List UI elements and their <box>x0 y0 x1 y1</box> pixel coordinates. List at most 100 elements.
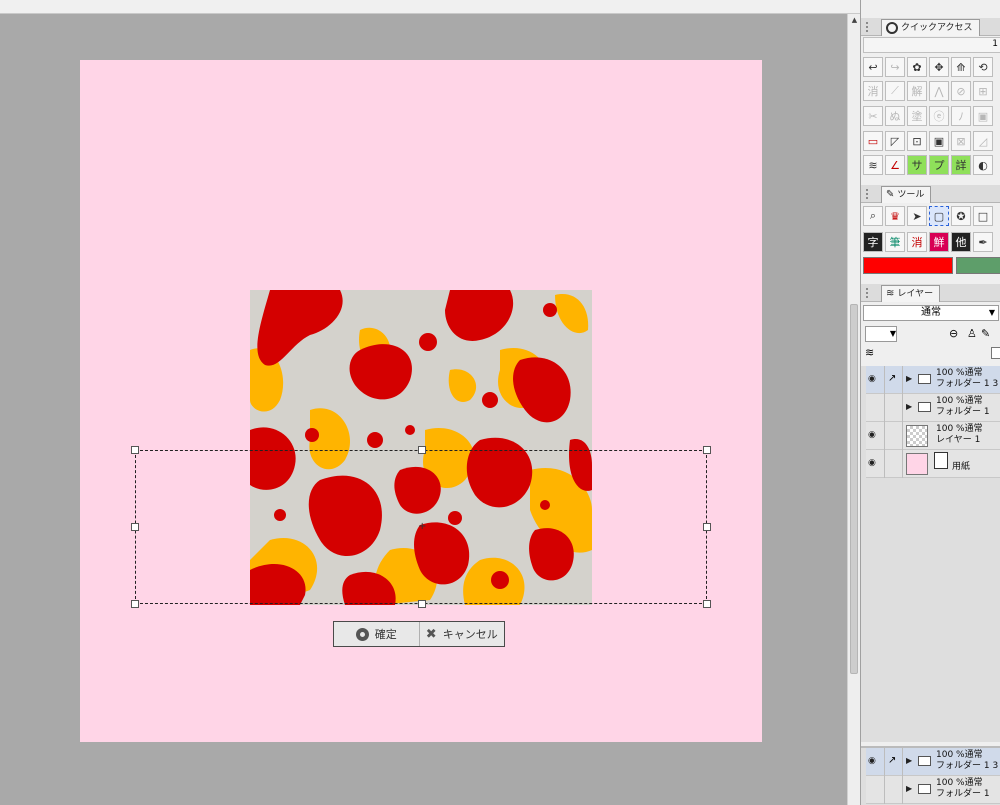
opacity-checkbox[interactable] <box>991 347 1000 359</box>
pen-lock-icon[interactable]: ✎ <box>981 327 990 340</box>
cut-icon[interactable]: ✂ <box>863 106 883 126</box>
eye-icon[interactable]: ◉ <box>868 458 880 468</box>
rotate-icon[interactable]: ⟲ <box>973 57 993 77</box>
transform-handle-bottom-center[interactable] <box>418 600 426 608</box>
airbrush-tool-icon[interactable]: ✒ <box>973 232 993 252</box>
undo-icon[interactable]: ↩ <box>863 57 883 77</box>
tab-layer[interactable]: ≋ レイヤー <box>881 285 941 302</box>
redo-icon[interactable]: ↪ <box>885 57 905 77</box>
tab-tool[interactable]: ✎ ツール <box>881 186 932 203</box>
layer-row-folder-13[interactable]: ◉ ↗ ▶ 100 %通常 フォルダー 1 3 <box>866 748 1000 776</box>
select-all-icon[interactable]: ⋀ <box>929 81 949 101</box>
sub-icon[interactable]: ぬ <box>885 106 905 126</box>
canvas-area[interactable]: + 確定 ✖ キャンセル <box>0 14 847 805</box>
transform-handle-top-center[interactable] <box>418 446 426 454</box>
shape-tool-icon[interactable]: □ <box>973 206 993 226</box>
tab-quick-access[interactable]: クイックアクセス <box>881 19 980 36</box>
brush-tool-icon[interactable]: 筆 <box>885 232 905 252</box>
expand-triangle-icon[interactable]: ▶ <box>906 784 912 793</box>
blend-mode-value: 通常 <box>921 307 941 318</box>
layer-row-layer-1[interactable]: ◉ 100 %通常 レイヤー 1 <box>866 422 1000 450</box>
eyedropper-tool-icon[interactable]: ✪ <box>951 206 971 226</box>
zoom-tool-icon[interactable]: ⌕ <box>863 206 883 226</box>
transform-handle-bottom-right[interactable] <box>703 600 711 608</box>
panel-grip-icon[interactable] <box>866 22 875 32</box>
right-dock-panel: クイックアクセス 1 ↩ ↪ ✿ ✥ ⟰ ⟲ 消 ⟋ 解 ⋀ ⊘ ⊞ ✂ ぬ 塗… <box>860 0 1000 805</box>
ruler-icon[interactable]: ⊡ <box>907 131 927 151</box>
quick-access-set-number[interactable]: 1 <box>992 39 998 49</box>
deselect-icon[interactable]: 解 <box>907 81 927 101</box>
sub-tool-icon[interactable]: サ <box>907 155 927 175</box>
clear-icon[interactable]: ✿ <box>907 57 927 77</box>
grid2-icon[interactable]: ⊠ <box>951 131 971 151</box>
other-tool-icon[interactable]: 他 <box>951 232 971 252</box>
tool-property-icon[interactable]: プ <box>929 155 949 175</box>
lock-icon[interactable]: ⊖ <box>949 327 958 340</box>
panel-grip-icon[interactable] <box>866 189 875 199</box>
frame-icon[interactable]: ◸ <box>885 131 905 151</box>
layer-row-folder-1[interactable]: ▶ 100 %通常 フォルダー 1 <box>866 776 1000 804</box>
folder-icon <box>918 402 931 412</box>
invert-icon[interactable]: ⊘ <box>951 81 971 101</box>
eraser-tool-icon[interactable]: 消 <box>907 232 927 252</box>
layer-row-folder-1[interactable]: ▶ 100 %通常 フォルダー 1 <box>866 394 1000 422</box>
detail-icon[interactable]: 詳 <box>951 155 971 175</box>
layer-row-paper[interactable]: ◉ 用紙 <box>866 450 1000 478</box>
confirm-button[interactable]: 確定 <box>334 622 419 646</box>
text-tool-icon[interactable]: 字 <box>863 232 883 252</box>
color-wheel-icon[interactable]: ◐ <box>973 155 993 175</box>
expand-triangle-icon[interactable]: ▶ <box>906 374 912 383</box>
selection-tool-icon[interactable]: ▢ <box>929 206 949 226</box>
layer-text: 100 %通常 フォルダー 1 3 <box>936 368 998 390</box>
divider <box>902 748 903 776</box>
transform-handle-top-left[interactable] <box>131 446 139 454</box>
eye-icon[interactable]: ◉ <box>868 430 880 440</box>
tool-row-2: 字 筆 消 鮮 他 ✒ <box>863 232 993 252</box>
layer-row-folder-13[interactable]: ◉ ↗ ▶ 100 %通常 フォルダー 1 3 <box>866 366 1000 394</box>
fill-icon[interactable]: 塗 <box>907 106 927 126</box>
eye-icon[interactable]: ◉ <box>868 756 880 766</box>
blend-mode-dropdown[interactable]: 通常 ▼ <box>863 305 999 321</box>
transform-handle-middle-left[interactable] <box>131 523 139 531</box>
scrollbar-thumb[interactable] <box>850 304 858 674</box>
eye-icon[interactable]: ◉ <box>868 374 880 384</box>
layer-name: フォルダー 1 <box>936 789 990 799</box>
cancel-button[interactable]: ✖ キャンセル <box>418 622 505 646</box>
operation-tool-icon[interactable]: ➤ <box>907 206 927 226</box>
transform-handle-top-right[interactable] <box>703 446 711 454</box>
transform-icon[interactable]: ⟰ <box>951 57 971 77</box>
canvas-vertical-scrollbar[interactable]: ▲ <box>847 14 860 805</box>
figure-icon[interactable]: ♙ <box>967 327 977 340</box>
fill-tool-icon[interactable]: 鮮 <box>929 232 949 252</box>
transform-bounding-box[interactable]: + <box>131 446 711 608</box>
quick-access-tab-label: クイックアクセス <box>901 23 973 33</box>
tool-tab-label: ツール <box>897 190 925 200</box>
transform-center-marker[interactable]: + <box>418 521 426 532</box>
expand-triangle-icon[interactable]: ▶ <box>906 756 912 765</box>
expand-triangle-icon[interactable]: ▶ <box>906 402 912 411</box>
move-icon[interactable]: ✥ <box>929 57 949 77</box>
layer-stack-icon[interactable]: ≋ <box>863 155 883 175</box>
character-tool-icon[interactable]: ♛ <box>885 206 905 226</box>
sub-color-swatch[interactable] <box>956 257 1000 274</box>
copy-layer-icon[interactable]: ▭ <box>863 131 883 151</box>
window-icon[interactable]: ▣ <box>973 106 993 126</box>
clear-selection-icon[interactable]: 消 <box>863 81 883 101</box>
transform-handle-middle-right[interactable] <box>703 523 711 531</box>
quick-access-row-5: ≋ ∠ サ プ 詳 ◐ <box>863 155 993 175</box>
panel-grip-icon[interactable] <box>866 288 875 298</box>
stroke-icon[interactable]: ⓔ <box>929 106 949 126</box>
perspective-icon[interactable]: ◿ <box>973 131 993 151</box>
lasso-icon[interactable]: ⟋ <box>885 81 905 101</box>
quick-access-row-1: ↩ ↪ ✿ ✥ ⟰ ⟲ <box>863 57 993 77</box>
square-icon[interactable]: ▣ <box>929 131 949 151</box>
pen-icon[interactable]: ∠ <box>885 155 905 175</box>
transform-handle-bottom-left[interactable] <box>131 600 139 608</box>
main-color-swatch[interactable] <box>863 257 953 274</box>
divider <box>884 748 885 776</box>
grid-icon[interactable]: ⊞ <box>973 81 993 101</box>
brush-icon[interactable]: ﾉ <box>951 106 971 126</box>
layer-stack-small-icon[interactable]: ≋ <box>865 346 874 359</box>
layer-color-dropdown[interactable]: ▼ <box>865 326 897 342</box>
scroll-up-arrow-icon[interactable]: ▲ <box>849 16 860 28</box>
